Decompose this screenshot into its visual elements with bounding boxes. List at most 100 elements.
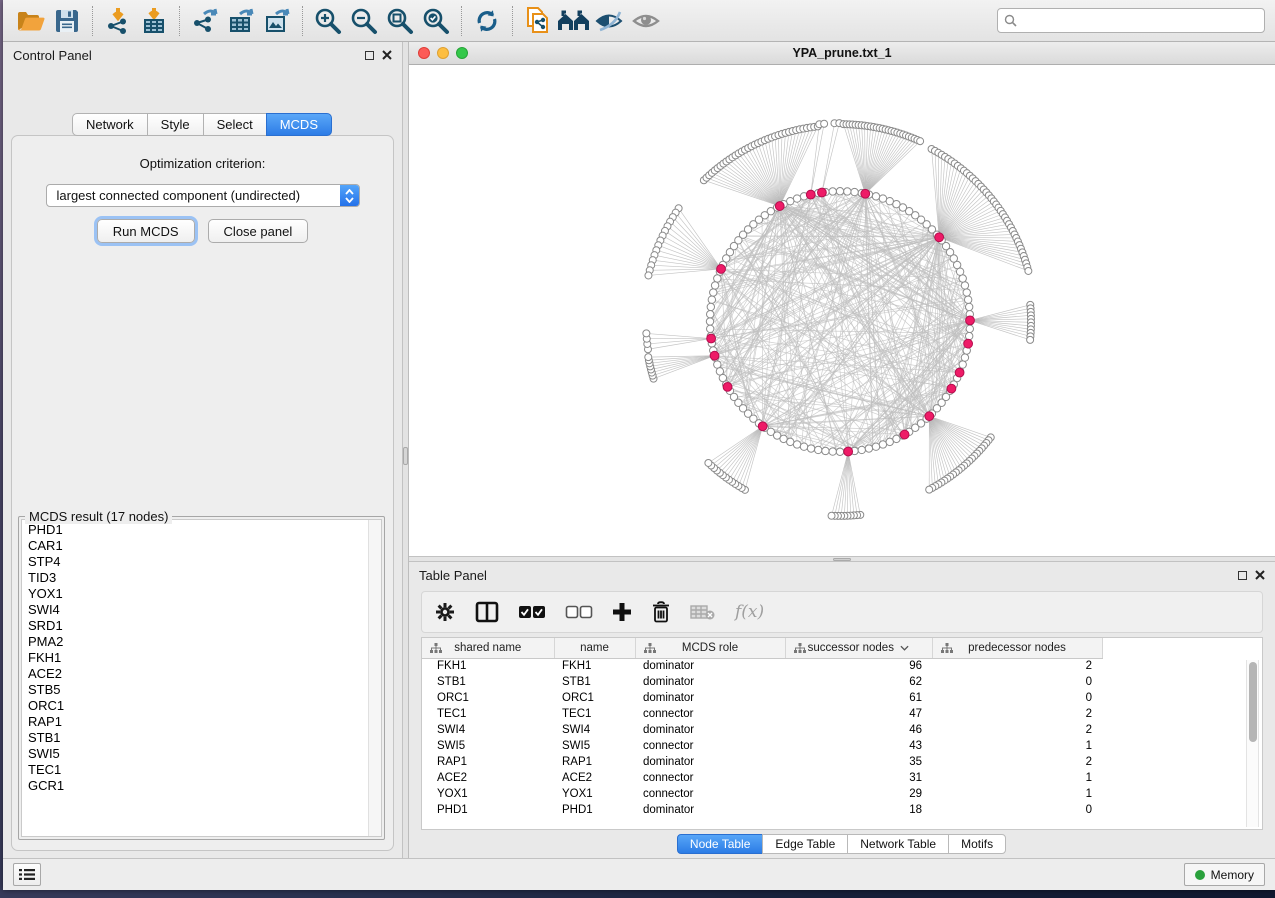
table-cell[interactable]: SWI4: [422, 722, 554, 738]
import-table-icon[interactable]: [136, 3, 172, 39]
close-panel-button[interactable]: Close panel: [208, 219, 309, 243]
run-mcds-button[interactable]: Run MCDS: [97, 219, 195, 243]
zoom-fit-icon[interactable]: [382, 3, 418, 39]
mcds-result-item[interactable]: PHD1: [22, 522, 367, 538]
tab-select[interactable]: Select: [203, 113, 267, 136]
search-input[interactable]: [1018, 11, 1264, 31]
mcds-result-item[interactable]: FKH1: [22, 650, 367, 666]
table-cell[interactable]: 29: [785, 786, 932, 802]
scrollbar-thumb[interactable]: [1249, 662, 1257, 742]
table-cell[interactable]: SWI5: [422, 738, 554, 754]
table-row[interactable]: ACE2ACE2connector311: [422, 770, 1103, 786]
import-network-icon[interactable]: [100, 3, 136, 39]
export-image-icon[interactable]: [259, 3, 295, 39]
table-cell[interactable]: connector: [635, 738, 785, 754]
close-panel-icon[interactable]: [382, 50, 392, 60]
tab-motifs[interactable]: Motifs: [948, 834, 1006, 854]
table-cell[interactable]: 62: [785, 674, 932, 690]
table-cell[interactable]: FKH1: [422, 658, 554, 674]
memory-button[interactable]: Memory: [1184, 863, 1265, 886]
table-cell[interactable]: TEC1: [422, 706, 554, 722]
table-cell[interactable]: 47: [785, 706, 932, 722]
table-cell[interactable]: PHD1: [554, 802, 635, 818]
delete-row-icon[interactable]: [651, 601, 671, 623]
network-graph[interactable]: [409, 65, 1275, 556]
table-cell[interactable]: SWI4: [554, 722, 635, 738]
column-header-successor-nodes[interactable]: successor nodes: [785, 638, 932, 658]
mcds-result-list[interactable]: PHD1CAR1STP4TID3YOX1SWI4SRD1PMA2FKH1ACE2…: [21, 519, 382, 837]
refresh-icon[interactable]: [469, 3, 505, 39]
hide-selected-icon[interactable]: [592, 3, 628, 39]
table-row[interactable]: ORC1ORC1dominator610: [422, 690, 1103, 706]
column-header-shared-name[interactable]: shared name: [422, 638, 554, 658]
float-panel-icon[interactable]: [365, 51, 374, 60]
mcds-result-item[interactable]: GCR1: [22, 778, 367, 794]
table-cell[interactable]: RAP1: [422, 754, 554, 770]
mcds-result-item[interactable]: YOX1: [22, 586, 367, 602]
zoom-out-icon[interactable]: [346, 3, 382, 39]
table-row[interactable]: SWI4SWI4dominator462: [422, 722, 1103, 738]
mcds-result-item[interactable]: TID3: [22, 570, 367, 586]
optimization-criterion-select[interactable]: largest connected component (undirected): [46, 184, 360, 207]
mcds-result-scrollbar[interactable]: [368, 520, 381, 836]
mcds-result-item[interactable]: ORC1: [22, 698, 367, 714]
window-close-icon[interactable]: [418, 47, 430, 59]
table-row[interactable]: TEC1TEC1connector472: [422, 706, 1103, 722]
table-cell[interactable]: FKH1: [554, 658, 635, 674]
table-row[interactable]: FKH1FKH1dominator962: [422, 658, 1103, 674]
table-cell[interactable]: 1: [932, 738, 1102, 754]
table-cell[interactable]: 1: [932, 786, 1102, 802]
horizontal-splitter[interactable]: [409, 556, 1275, 562]
search-box[interactable]: [997, 8, 1265, 33]
table-cell[interactable]: dominator: [635, 658, 785, 674]
table-cell[interactable]: 2: [932, 706, 1102, 722]
table-cell[interactable]: dominator: [635, 690, 785, 706]
table-cell[interactable]: ORC1: [554, 690, 635, 706]
column-header-predecessor-nodes[interactable]: predecessor nodes: [932, 638, 1102, 658]
table-cell[interactable]: 46: [785, 722, 932, 738]
float-panel-icon[interactable]: [1238, 571, 1247, 580]
tab-mcds[interactable]: MCDS: [266, 113, 332, 136]
add-row-icon[interactable]: [612, 602, 632, 622]
table-cell[interactable]: 1: [932, 770, 1102, 786]
table-cell[interactable]: 0: [932, 674, 1102, 690]
deselect-all-icon[interactable]: [565, 605, 593, 619]
table-row[interactable]: STB1STB1dominator620: [422, 674, 1103, 690]
table-cell[interactable]: YOX1: [554, 786, 635, 802]
table-cell[interactable]: PHD1: [422, 802, 554, 818]
table-row[interactable]: YOX1YOX1connector291: [422, 786, 1103, 802]
mcds-result-item[interactable]: SWI4: [22, 602, 367, 618]
save-icon[interactable]: [49, 3, 85, 39]
mcds-result-item[interactable]: TEC1: [22, 762, 367, 778]
mcds-result-item[interactable]: CAR1: [22, 538, 367, 554]
mcds-result-item[interactable]: STB5: [22, 682, 367, 698]
table-row[interactable]: RAP1RAP1dominator352: [422, 754, 1103, 770]
table-cell[interactable]: 2: [932, 722, 1102, 738]
open-file-icon[interactable]: [13, 3, 49, 39]
delete-table-icon[interactable]: [690, 604, 716, 620]
close-panel-icon[interactable]: [1255, 570, 1265, 580]
table-cell[interactable]: ACE2: [422, 770, 554, 786]
tab-edge-table[interactable]: Edge Table: [762, 834, 848, 854]
table-cell[interactable]: 43: [785, 738, 932, 754]
table-cell[interactable]: ACE2: [554, 770, 635, 786]
splitter-grip[interactable]: [833, 558, 851, 561]
table-cell[interactable]: 35: [785, 754, 932, 770]
network-canvas[interactable]: [409, 65, 1275, 556]
splitter-grip[interactable]: [403, 447, 408, 465]
table-cell[interactable]: connector: [635, 706, 785, 722]
tab-network[interactable]: Network: [72, 113, 148, 136]
column-header-mcds-role[interactable]: MCDS role: [635, 638, 785, 658]
table-cell[interactable]: dominator: [635, 802, 785, 818]
table-cell[interactable]: dominator: [635, 754, 785, 770]
mcds-result-item[interactable]: SRD1: [22, 618, 367, 634]
table-cell[interactable]: STB1: [422, 674, 554, 690]
column-header-name[interactable]: name: [554, 638, 635, 658]
task-history-button[interactable]: [13, 863, 41, 886]
window-minimize-icon[interactable]: [437, 47, 449, 59]
clone-network-icon[interactable]: [520, 3, 556, 39]
table-cell[interactable]: connector: [635, 770, 785, 786]
mcds-result-item[interactable]: ACE2: [22, 666, 367, 682]
tab-style[interactable]: Style: [147, 113, 204, 136]
zoom-selected-icon[interactable]: [418, 3, 454, 39]
